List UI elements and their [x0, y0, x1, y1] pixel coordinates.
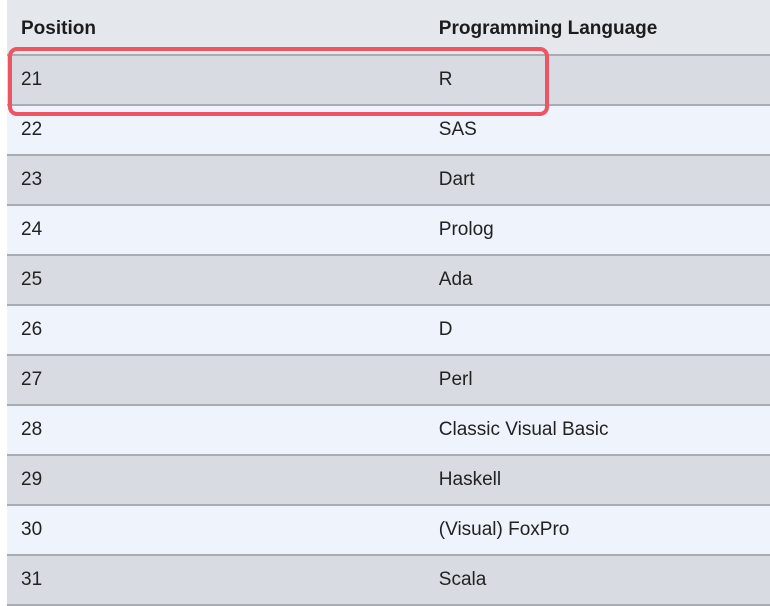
header-position: Position	[7, 0, 425, 56]
language-cell: Ada	[424, 255, 770, 306]
table-row: 27 Perl	[7, 355, 770, 406]
language-cell: Scala	[424, 555, 770, 606]
language-cell: Perl	[424, 355, 770, 406]
language-cell: Dart	[424, 155, 770, 206]
language-cell: Prolog	[424, 205, 770, 256]
position-cell: 28	[7, 405, 425, 456]
language-cell: Classic Visual Basic	[424, 405, 770, 456]
position-cell: 24	[7, 205, 425, 256]
table-row: 25 Ada	[7, 255, 770, 306]
position-cell: 26	[7, 305, 425, 356]
language-cell: D	[424, 305, 770, 356]
language-cell: (Visual) FoxPro	[424, 505, 770, 556]
table-row: 28 Classic Visual Basic	[7, 405, 770, 456]
table-row: 23 Dart	[7, 155, 770, 206]
position-cell: 31	[7, 555, 425, 606]
language-cell: Haskell	[424, 455, 770, 506]
table-row: 30 (Visual) FoxPro	[7, 505, 770, 556]
position-cell: 30	[7, 505, 425, 556]
table-row: 22 SAS	[7, 105, 770, 156]
table-row: 24 Prolog	[7, 205, 770, 256]
position-cell: 21	[7, 55, 425, 106]
table-header-row: Position Programming Language	[7, 0, 770, 56]
language-cell: SAS	[424, 105, 770, 156]
position-cell: 29	[7, 455, 425, 506]
language-ranking-table-container: Position Programming Language 21 R 22 SA…	[0, 0, 770, 606]
table-row: 29 Haskell	[7, 455, 770, 506]
position-cell: 27	[7, 355, 425, 406]
position-cell: 22	[7, 105, 425, 156]
language-ranking-table: Position Programming Language 21 R 22 SA…	[7, 0, 770, 606]
table-row: 21 R	[7, 55, 770, 106]
header-programming-language: Programming Language	[424, 0, 770, 56]
position-cell: 25	[7, 255, 425, 306]
table-row: 26 D	[7, 305, 770, 356]
position-cell: 23	[7, 155, 425, 206]
table-row: 31 Scala	[7, 555, 770, 606]
language-cell: R	[424, 55, 770, 106]
